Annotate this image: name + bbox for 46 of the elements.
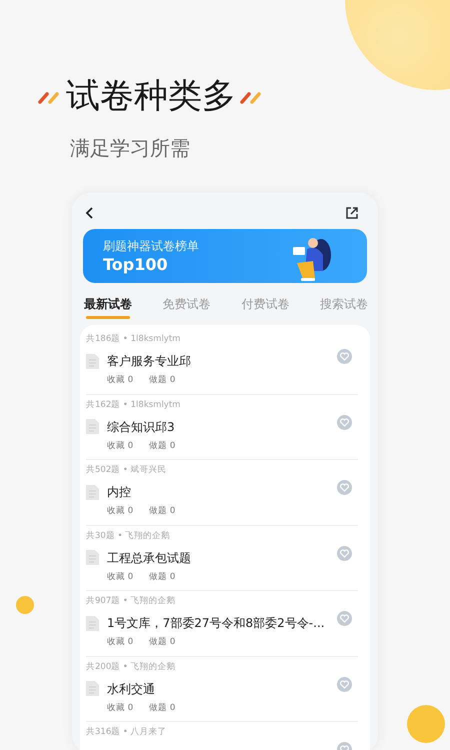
paper-stat: 收藏 0 [107, 440, 134, 452]
paper-meta: 共200题 • 飞翔的企鹅 [86, 660, 177, 674]
document-icon [86, 419, 99, 434]
favorite-button[interactable] [337, 349, 352, 364]
decor-circle [407, 705, 445, 743]
paper-stat: 做题 0 [149, 570, 176, 584]
paper-meta: 共907题 • 飞翔的企鹅 [86, 595, 177, 608]
paper-stat: 做题 0 [149, 374, 176, 387]
paper-stat: 收藏 0 [107, 374, 134, 387]
favorite-button[interactable] [337, 546, 352, 561]
paper-stat: 收藏 0 [107, 570, 134, 584]
paper-stat: 收藏 0 [107, 702, 134, 714]
paper-title[interactable]: 客户服务专业邱 [107, 352, 191, 370]
favorite-button[interactable] [337, 611, 352, 626]
paper-title[interactable]: 内控 [107, 483, 131, 502]
paper-meta: 共30题 • 飞翔的企鹅 [86, 530, 172, 543]
document-icon [86, 681, 99, 696]
paper-title[interactable]: 1号文库，7部委27号令和8部委2号令-... [107, 614, 325, 632]
favorite-button[interactable] [337, 414, 352, 430]
paper-title[interactable]: 水利交通 [107, 680, 155, 698]
paper-meta: 共502题 • 斌哥兴民 [86, 464, 168, 478]
document-icon [86, 484, 99, 500]
paper-stat: 做题 0 [149, 440, 176, 452]
document-icon [86, 550, 99, 566]
paper-meta: 共162题 • 1l8ksmlytm [86, 398, 182, 412]
dash-marks-icon [240, 90, 264, 104]
dash-marks-icon [38, 90, 62, 104]
tab[interactable]: 最新试卷 [84, 291, 132, 320]
document-icon [86, 354, 99, 369]
favorite-button[interactable] [337, 480, 352, 496]
paper-stat: 收藏 0 [107, 636, 134, 649]
paper-title[interactable]: 综合知识邱3 [107, 418, 175, 436]
paper-meta: 共186题 • 1l8ksmlytm [86, 333, 182, 346]
banner-caption: 刷题神器试卷榜单 [103, 238, 200, 256]
paper-meta: 共316题 • 八月来了 [86, 726, 168, 740]
banner-title: Top100 [103, 255, 169, 275]
headline-subtitle: 满足学习所需 [70, 135, 191, 162]
paper-stat: 做题 0 [149, 636, 176, 649]
favorite-button[interactable] [337, 676, 352, 692]
paper-stat: 做题 0 [149, 505, 176, 518]
paper-title[interactable]: 工程总承包试题 [107, 548, 191, 567]
paper-stat: 做题 0 [149, 702, 176, 714]
decor-circle [16, 596, 34, 614]
document-icon [86, 616, 99, 631]
headline-title: 试卷种类多 [66, 78, 236, 116]
paper-stat: 收藏 0 [107, 505, 134, 518]
